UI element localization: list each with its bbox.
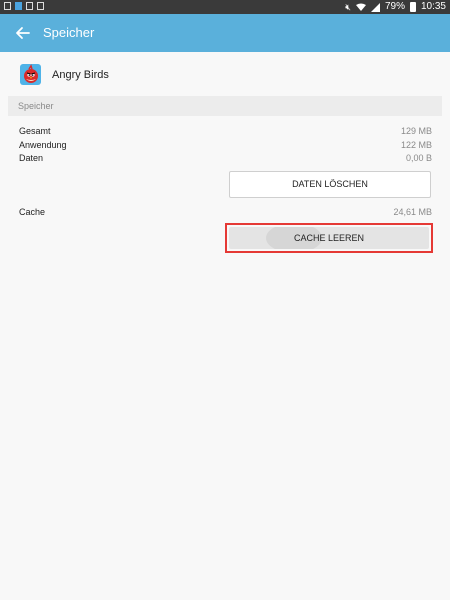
status-bar-notifications — [4, 2, 44, 10]
arrow-left-icon — [16, 27, 30, 39]
section-title: Speicher — [18, 101, 54, 111]
status-bar-system: 🔇︎ 79% 10:35 — [345, 1, 446, 13]
back-button[interactable] — [12, 22, 34, 44]
app-bar: Speicher — [0, 14, 450, 52]
cache-value: 24,61 MB — [393, 207, 432, 217]
clear-data-button[interactable]: DATEN LÖSCHEN — [229, 171, 431, 198]
sync-icon — [37, 2, 44, 10]
clock: 10:35 — [420, 1, 446, 12]
angry-birds-app-icon — [20, 64, 41, 85]
battery-percentage: 79% — [384, 1, 405, 12]
row-label: Anwendung — [19, 140, 67, 150]
mute-icon: 🔇︎ — [345, 2, 351, 12]
storage-row-cache: Cache 24,61 MB — [19, 207, 432, 220]
notification-icon — [15, 2, 22, 10]
row-label: Gesamt — [19, 126, 51, 136]
cache-label: Cache — [19, 207, 46, 217]
wifi-icon — [355, 3, 366, 11]
storage-row-app: Anwendung 122 MB — [19, 140, 432, 153]
app-info: Angry Birds — [0, 52, 450, 96]
lock-icon — [26, 2, 33, 10]
storage-section-header: Speicher — [8, 96, 442, 116]
app-name: Angry Birds — [52, 69, 109, 81]
row-label: Daten — [19, 153, 44, 163]
status-bar: 🔇︎ 79% 10:35 — [0, 0, 450, 14]
battery-icon — [409, 2, 416, 12]
storage-row-total: Gesamt 129 MB — [19, 126, 432, 139]
clear-cache-button[interactable]: CACHE LEEREN — [229, 227, 429, 249]
clear-cache-label: CACHE LEEREN — [293, 233, 365, 243]
row-value: 122 MB — [400, 140, 432, 150]
storage-row-data: Daten 0,00 B — [19, 153, 432, 166]
signal-icon — [370, 2, 380, 12]
gallery-icon — [4, 2, 11, 10]
row-value: 0,00 B — [405, 153, 432, 163]
row-value: 129 MB — [400, 126, 432, 136]
page-title: Speicher — [43, 25, 95, 40]
